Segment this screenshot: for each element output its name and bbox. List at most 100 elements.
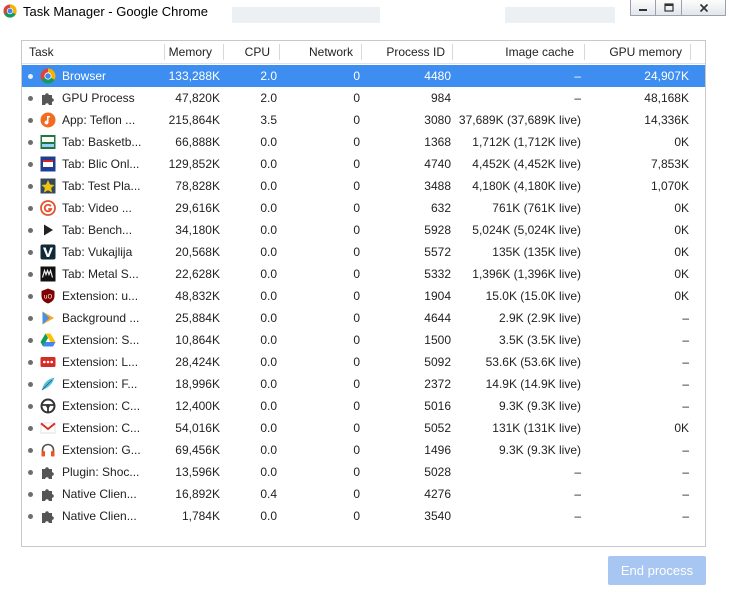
column-header-cpu[interactable]: CPU — [223, 41, 270, 63]
process-id-cell: 5028 — [424, 465, 451, 479]
end-process-button[interactable]: End process — [608, 556, 706, 585]
minimize-icon — [639, 8, 647, 11]
table-row[interactable]: Tab: Metal S... 22,628K 0.0 0 5332 1,396K (1,… — [22, 263, 705, 285]
gpu-memory-cell: – — [682, 487, 689, 501]
title-bar: Task Manager - Google Chrome — [0, 0, 729, 26]
process-id-cell: 1496 — [424, 443, 451, 457]
steering-wheel-icon — [40, 398, 56, 414]
process-id-cell: 4644 — [424, 311, 451, 325]
table-row[interactable]: Tab: Test Pla... 78,828K 0.0 0 3488 4,180K (4… — [22, 175, 705, 197]
column-header-gpu-memory[interactable]: GPU memory — [584, 41, 682, 63]
row-bullet — [28, 206, 33, 211]
memory-cell: 18,996K — [175, 377, 220, 391]
table-row[interactable]: Extension: L... 28,424K 0.0 0 5092 53.6K (53.… — [22, 351, 705, 373]
blic-favicon — [40, 156, 56, 172]
table-row[interactable]: Extension: F... 18,996K 0.0 0 2372 14.9K (14.… — [22, 373, 705, 395]
memory-cell: 28,424K — [175, 355, 220, 369]
puzzle-icon — [42, 467, 54, 479]
column-header-image-cache[interactable]: Image cache — [452, 41, 574, 63]
network-cell: 0 — [353, 333, 360, 347]
table-row[interactable]: Extension: C... 54,016K 0.0 0 5052 131K (131K… — [22, 417, 705, 439]
network-cell: 0 — [353, 201, 360, 215]
gpu-memory-cell: 7,853K — [650, 157, 689, 171]
image-cache-cell: 14.9K (14.9K live) — [485, 377, 581, 391]
process-id-cell: 984 — [430, 91, 451, 105]
image-cache-cell: 4,452K (4,452K live) — [472, 157, 581, 171]
minimize-button[interactable] — [630, 0, 656, 16]
vukajlija-favicon — [40, 244, 56, 260]
gpu-memory-cell: 0K — [674, 135, 689, 149]
headphones-icon — [41, 443, 55, 457]
process-id-cell: 3080 — [424, 113, 451, 127]
image-cache-cell: – — [574, 91, 581, 105]
image-cache-cell: 1,396K (1,396K live) — [472, 267, 581, 281]
close-icon — [699, 3, 708, 12]
image-cache-cell: 37,689K (37,689K live) — [458, 113, 581, 127]
network-cell: 0 — [353, 91, 360, 105]
table-row[interactable]: Browser 133,288K 2.0 0 4480–24,907K — [22, 65, 705, 87]
cpu-cell: 0.0 — [260, 201, 277, 215]
gpu-memory-cell: 1,070K — [650, 179, 689, 193]
network-cell: 0 — [353, 289, 360, 303]
table-row[interactable]: Extension: S... 10,864K 0.0 0 1500 3.5K (3.5K… — [22, 329, 705, 351]
feather-icon — [41, 377, 55, 391]
process-id-cell: 2372 — [424, 377, 451, 391]
metal-favicon — [40, 266, 56, 282]
close-button[interactable] — [682, 0, 726, 16]
drive-icon — [40, 333, 56, 347]
memory-cell: 129,852K — [168, 157, 220, 171]
background-window-ghost — [505, 7, 615, 23]
image-cache-cell: – — [574, 465, 581, 479]
row-bullet — [28, 118, 33, 123]
row-bullet — [28, 140, 33, 145]
table-row[interactable]: Tab: Basketb... 66,888K 0.0 0 1368 1,712K (1,… — [22, 131, 705, 153]
table-row[interactable]: App: Teflon ... 215,864K 3.5 0 3080 37,689K (… — [22, 109, 705, 131]
cpu-cell: 0.0 — [260, 509, 277, 523]
row-bullet — [28, 184, 33, 189]
memory-cell: 66,888K — [175, 135, 220, 149]
table-row[interactable]: Tab: Vukajlija 20,568K 0.0 0 5572 135K (135K … — [22, 241, 705, 263]
table-row[interactable]: GPU Process 47,820K 2.0 0 984–48,168K — [22, 87, 705, 109]
memory-cell: 54,016K — [175, 421, 220, 435]
table-header: Task Memory CPU Network Process ID Image… — [22, 41, 705, 64]
lastpass-icon — [40, 357, 56, 367]
table-row[interactable]: Extension: C... 12,400K 0.0 0 5016 9.3K (9.3K… — [22, 395, 705, 417]
cpu-cell: 0.0 — [260, 421, 277, 435]
column-header-task[interactable]: Task — [29, 41, 54, 63]
image-cache-cell: 131K (131K live) — [492, 421, 581, 435]
process-id-cell: 4740 — [424, 157, 451, 171]
row-bullet — [28, 316, 33, 321]
cpu-cell: 2.0 — [260, 91, 277, 105]
table-row[interactable]: Background ... 25,884K 0.0 0 4644 2.9K (2.9K … — [22, 307, 705, 329]
bench-favicon — [40, 222, 56, 238]
row-bullet — [28, 492, 33, 497]
memory-cell: 29,616K — [175, 201, 220, 215]
image-cache-cell: 135K (135K live) — [492, 245, 581, 259]
process-id-cell: 5016 — [424, 399, 451, 413]
row-bullet — [28, 338, 33, 343]
table-row[interactable]: Native Clien... 1,784K 0.0 0 3540– – — [22, 505, 705, 527]
maximize-button[interactable] — [656, 0, 682, 16]
table-body: Browser 133,288K 2.0 0 4480–24,907K GPU Proce… — [22, 65, 705, 527]
gpu-memory-cell: 0K — [674, 245, 689, 259]
table-row[interactable]: Tab: Video ... 29,616K 0.0 0 632 761K (761K l… — [22, 197, 705, 219]
process-id-cell: 4480 — [424, 69, 451, 83]
table-row[interactable]: Extension: G... 69,456K 0.0 0 1496 9.3K (9.3K… — [22, 439, 705, 461]
cpu-cell: 0.0 — [260, 377, 277, 391]
column-header-network[interactable]: Network — [279, 41, 353, 63]
network-cell: 0 — [353, 69, 360, 83]
network-cell: 0 — [353, 267, 360, 281]
memory-cell: 10,864K — [175, 333, 220, 347]
ublock-icon: uO — [41, 288, 55, 304]
table-row[interactable]: Plugin: Shoc... 13,596K 0.0 0 5028– – — [22, 461, 705, 483]
table-row[interactable]: Native Clien... 16,892K 0.4 0 4276– – — [22, 483, 705, 505]
table-row[interactable]: uO Extension: u... 48,832K 0.0 0 1904 15.0K (1… — [22, 285, 705, 307]
network-cell: 0 — [353, 245, 360, 259]
image-cache-cell: 15.0K (15.0K live) — [485, 289, 581, 303]
table-row[interactable]: Tab: Bench... 34,180K 0.0 0 5928 5,024K (5,02… — [22, 219, 705, 241]
column-header-memory[interactable]: Memory — [164, 41, 212, 63]
gpu-memory-cell: – — [682, 399, 689, 413]
table-row[interactable]: Tab: Blic Onl... 129,852K 0.0 0 4740 4,452K (… — [22, 153, 705, 175]
memory-cell: 22,628K — [175, 267, 220, 281]
column-header-process-id[interactable]: Process ID — [361, 41, 445, 63]
